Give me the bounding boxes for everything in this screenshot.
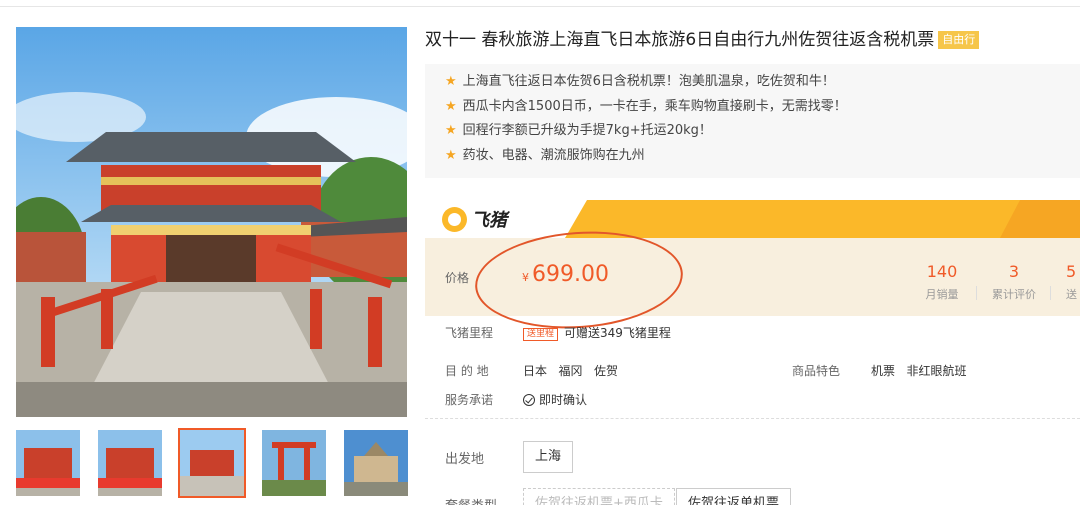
- highlight-item: ★ 药妆、电器、潮流服饰购在九州: [445, 147, 645, 163]
- check-circle-icon: [523, 394, 535, 406]
- star-icon: ★: [445, 98, 457, 114]
- package-label: 套餐类型: [445, 495, 497, 505]
- thumbnail-3-selected[interactable]: [178, 428, 246, 498]
- price-label: 价格: [445, 271, 470, 285]
- thumbnail-2[interactable]: [98, 430, 162, 496]
- star-icon: ★: [445, 123, 457, 138]
- stat-divider: [1050, 286, 1051, 300]
- package-option-round-trip-only[interactable]: 佐贺往返单机票: [676, 488, 792, 505]
- star-icon: ★: [445, 147, 457, 163]
- stat-divider: [976, 286, 977, 300]
- feature-values: 机票 非红眼航班: [871, 364, 967, 378]
- feature-label: 商品特色: [792, 364, 841, 378]
- stat-points: 5 送: [1066, 262, 1077, 301]
- highlight-item: ★ 西瓜卡内含1500日币，一卡在手，乘车购物直接刷卡，无需找零！: [445, 98, 847, 114]
- main-product-image[interactable]: [16, 27, 407, 417]
- departure-option-shanghai[interactable]: 上海: [523, 441, 574, 473]
- mileage-badge: 送里程: [523, 328, 559, 341]
- mileage-label: 飞猪里程: [445, 326, 494, 340]
- thumbnail-1[interactable]: [16, 430, 80, 496]
- destination-values: 日本 福冈 佐贺: [523, 364, 618, 378]
- thumbnail-strip: [16, 428, 416, 498]
- brand-logo: 飞猪: [442, 206, 507, 232]
- package-option-round-trip-with-card[interactable]: 佐贺往返机票+西瓜卡: [523, 488, 675, 505]
- destination-label: 目 的 地: [445, 364, 489, 378]
- service-value: 即时确认: [523, 391, 587, 408]
- free-travel-tag: 自由行: [938, 31, 980, 49]
- mileage-info: 送里程 可赠送349飞猪里程: [523, 324, 671, 341]
- highlights-box: ★ 上海直飞往返日本佐贺6日含税机票！泡美肌温泉，吃佐贺和牛！ ★ 西瓜卡内含150…: [425, 64, 1080, 178]
- brand-name: 飞猪: [471, 210, 507, 231]
- highlight-item: ★ 回程行李额已升级为手提7kg+托运20kg！: [445, 123, 712, 138]
- stat-total-reviews[interactable]: 3 累计评价: [984, 262, 1044, 305]
- pig-logo-icon: [442, 206, 467, 232]
- section-divider: [425, 418, 1080, 419]
- service-label: 服务承诺: [445, 393, 494, 407]
- thumbnail-4[interactable]: [262, 430, 326, 496]
- product-title-text: 双十一 春秋旅游上海直飞日本旅游6日自由行九州佐贺往返含税机票: [425, 30, 935, 50]
- departure-label: 出发地: [445, 452, 485, 467]
- highlight-item: ★ 上海直飞往返日本佐贺6日含税机票！泡美肌温泉，吃佐贺和牛！: [445, 74, 835, 89]
- star-icon: ★: [445, 74, 457, 89]
- product-page: 双十一 春秋旅游上海直飞日本旅游6日自由行九州佐贺往返含税机票 自由行 ★ 上海直飞…: [0, 0, 1080, 505]
- product-title: 双十一 春秋旅游上海直飞日本旅游6日自由行九州佐贺往返含税机票 自由行: [425, 27, 980, 53]
- top-divider: [0, 6, 1080, 7]
- stat-monthly-sales: 140 月销量: [925, 262, 959, 301]
- thumbnail-5[interactable]: [344, 430, 408, 496]
- brand-banner: [425, 200, 1080, 238]
